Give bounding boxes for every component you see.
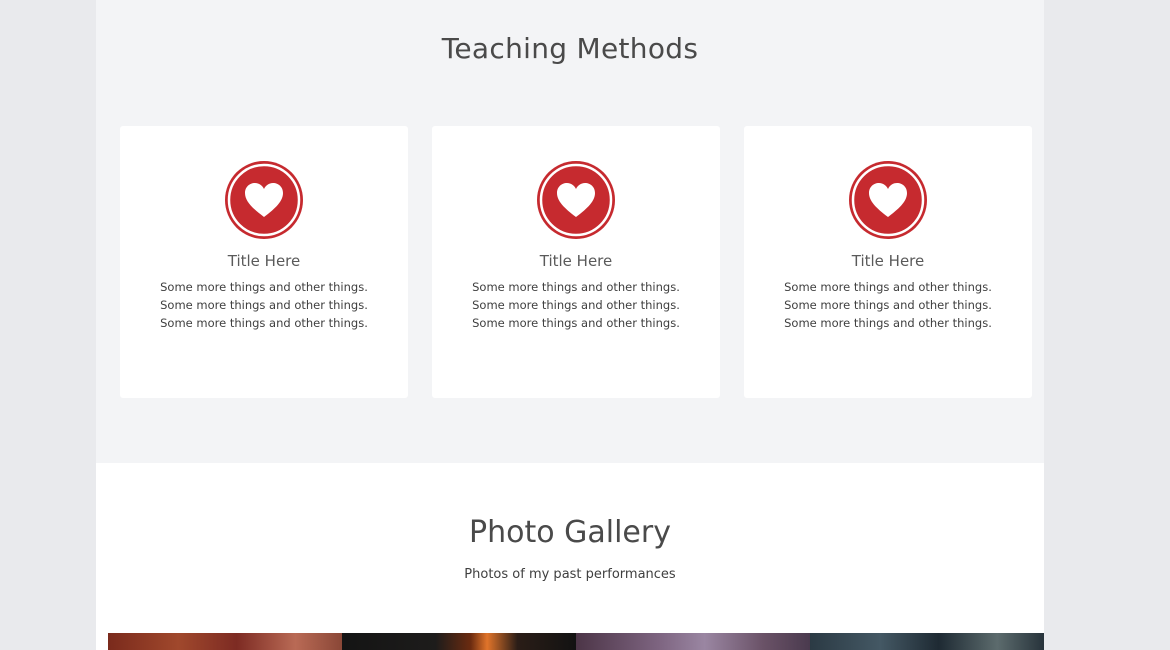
photo-gallery-subtitle: Photos of my past performances [464, 567, 676, 582]
card-title: Title Here [851, 252, 925, 270]
card-description-line: Some more things and other things. [472, 298, 680, 312]
card-description-line: Some more things and other things. [472, 316, 680, 330]
teaching-card: Title Here Some more things and other th… [744, 126, 1032, 398]
heart-icon [849, 161, 927, 239]
card-description: Some more things and other things. Some … [432, 278, 720, 332]
performance-photo[interactable] [576, 633, 810, 650]
card-description-line: Some more things and other things. [784, 298, 992, 312]
photo-gallery-title: Photo Gallery [469, 515, 671, 550]
card-description-line: Some more things and other things. [160, 280, 368, 294]
page-content: Teaching Methods Title Here Some more th… [96, 0, 1044, 650]
heart-icon [225, 161, 303, 239]
performance-photo[interactable] [342, 633, 576, 650]
card-description-line: Some more things and other things. [784, 280, 992, 294]
card-description-line: Some more things and other things. [160, 316, 368, 330]
card-description-line: Some more things and other things. [472, 280, 680, 294]
performance-photo[interactable] [108, 633, 342, 650]
teaching-card: Title Here Some more things and other th… [120, 126, 408, 398]
card-title: Title Here [539, 252, 613, 270]
photo-strip [108, 633, 1044, 650]
performance-photo[interactable] [810, 633, 1044, 650]
teaching-card: Title Here Some more things and other th… [432, 126, 720, 398]
teaching-methods-section: Teaching Methods Title Here Some more th… [96, 0, 1044, 463]
heart-icon [537, 161, 615, 239]
card-description: Some more things and other things. Some … [120, 278, 408, 332]
card-description-line: Some more things and other things. [160, 298, 368, 312]
card-description-line: Some more things and other things. [784, 316, 992, 330]
teaching-methods-title: Teaching Methods [441, 32, 699, 65]
card-description: Some more things and other things. Some … [744, 278, 1032, 332]
card-title: Title Here [227, 252, 301, 270]
